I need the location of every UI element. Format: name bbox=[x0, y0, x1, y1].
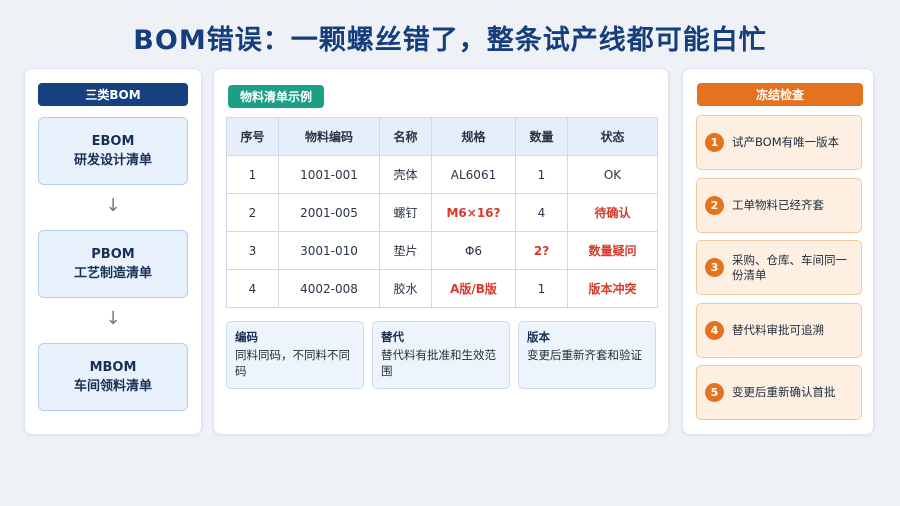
table-cell: 1 bbox=[226, 155, 279, 194]
table-cell: 壳体 bbox=[379, 155, 432, 194]
bom-example-panel: 物料清单示例 序号 物料编码 名称 规格 数量 状态 1 1001-001 壳体… bbox=[213, 68, 669, 435]
check-text: 试产BOM有唯一版本 bbox=[732, 135, 840, 149]
check-text: 采购、仓库、车间同一份清单 bbox=[732, 252, 847, 282]
col-header: 序号 bbox=[226, 117, 279, 156]
ebom-code: EBOM bbox=[91, 134, 135, 149]
col-header: 数量 bbox=[515, 117, 568, 156]
ebom-card: EBOM 研发设计清单 bbox=[38, 117, 188, 185]
note-title: 版本 bbox=[527, 330, 550, 344]
table-row: 2 2001-005 螺钉 M6×16? 4 待确认 bbox=[226, 193, 658, 232]
note-card-version: 版本 变更后重新齐套和验证 bbox=[518, 321, 656, 389]
col-header: 物料编码 bbox=[278, 117, 380, 156]
mbom-name: 车间领料清单 bbox=[73, 379, 152, 394]
check-text: 替代料审批可追溯 bbox=[732, 323, 824, 337]
table-cell: 4 bbox=[515, 193, 568, 232]
table-cell: 1001-001 bbox=[278, 155, 380, 194]
arrow-down-icon: ↓ bbox=[105, 195, 121, 216]
mbom-card: MBOM 车间领料清单 bbox=[38, 343, 188, 411]
table-cell: 1 bbox=[515, 155, 568, 194]
bom-table: 序号 物料编码 名称 规格 数量 状态 1 1001-001 壳体 AL6061… bbox=[226, 117, 658, 308]
table-cell: Φ6 bbox=[431, 231, 516, 270]
table-cell: 2 bbox=[226, 193, 279, 232]
table-cell: 1 bbox=[515, 269, 568, 308]
bom-types-header: 三类BOM bbox=[38, 83, 188, 106]
status-cell-flagged: 数量疑问 bbox=[567, 231, 658, 270]
check-item: 5 变更后重新确认首批 bbox=[696, 365, 862, 420]
check-item: 2 工单物料已经齐套 bbox=[696, 178, 862, 233]
step-number-badge: 2 bbox=[705, 196, 724, 215]
step-number-badge: 1 bbox=[705, 133, 724, 152]
note-body: 同料同码，不同料不同码 bbox=[235, 348, 350, 378]
table-cell: 螺钉 bbox=[379, 193, 432, 232]
table-row: 4 4002-008 胶水 A版/B版 1 版本冲突 bbox=[226, 269, 658, 308]
arrow-down-icon: ↓ bbox=[105, 308, 121, 329]
step-number-badge: 4 bbox=[705, 321, 724, 340]
table-cell: 4002-008 bbox=[278, 269, 380, 308]
table-cell: AL6061 bbox=[431, 155, 516, 194]
bom-types-panel: 三类BOM EBOM 研发设计清单 ↓ PBOM 工艺制造清单 ↓ MBOM 车… bbox=[24, 68, 202, 435]
bom-example-header: 物料清单示例 bbox=[228, 85, 325, 108]
note-card-coding: 编码 同料同码，不同料不同码 bbox=[226, 321, 364, 389]
check-item: 4 替代料审批可追溯 bbox=[696, 303, 862, 358]
pbom-code: PBOM bbox=[91, 247, 135, 262]
table-cell: 3001-010 bbox=[278, 231, 380, 270]
ebom-name: 研发设计清单 bbox=[73, 153, 152, 168]
status-cell-flagged: 版本冲突 bbox=[567, 269, 658, 308]
note-body: 变更后重新齐套和验证 bbox=[527, 348, 642, 362]
table-cell-flagged: M6×16? bbox=[431, 193, 516, 232]
step-number-badge: 3 bbox=[705, 258, 724, 277]
note-title: 编码 bbox=[235, 330, 258, 344]
table-cell-flagged: A版/B版 bbox=[431, 269, 516, 308]
status-cell: OK bbox=[567, 155, 658, 194]
freeze-check-header: 冻结检查 bbox=[697, 83, 863, 106]
pbom-name: 工艺制造清单 bbox=[73, 266, 152, 281]
table-cell: 胶水 bbox=[379, 269, 432, 308]
col-header: 规格 bbox=[431, 117, 516, 156]
check-item: 3 采购、仓库、车间同一份清单 bbox=[696, 240, 862, 295]
table-row: 3 3001-010 垫片 Φ6 2? 数量疑问 bbox=[226, 231, 658, 270]
check-item: 1 试产BOM有唯一版本 bbox=[696, 115, 862, 170]
check-text: 工单物料已经齐套 bbox=[732, 198, 824, 212]
note-title: 替代 bbox=[381, 330, 404, 344]
status-cell-flagged: 待确认 bbox=[567, 193, 658, 232]
mbom-code: MBOM bbox=[89, 360, 137, 375]
table-header-row: 序号 物料编码 名称 规格 数量 状态 bbox=[226, 117, 658, 156]
table-cell: 垫片 bbox=[379, 231, 432, 270]
freeze-check-panel: 冻结检查 1 试产BOM有唯一版本 2 工单物料已经齐套 3 采购、仓库、车间同… bbox=[682, 68, 874, 435]
table-cell-flagged: 2? bbox=[515, 231, 568, 270]
note-body: 替代料有批准和生效范围 bbox=[381, 348, 496, 378]
step-number-badge: 5 bbox=[705, 383, 724, 402]
table-cell: 3 bbox=[226, 231, 279, 270]
col-header: 状态 bbox=[567, 117, 658, 156]
pbom-card: PBOM 工艺制造清单 bbox=[38, 230, 188, 298]
table-cell: 4 bbox=[226, 269, 279, 308]
check-text: 变更后重新确认首批 bbox=[732, 385, 836, 399]
table-cell: 2001-005 bbox=[278, 193, 380, 232]
col-header: 名称 bbox=[379, 117, 432, 156]
note-card-substitute: 替代 替代料有批准和生效范围 bbox=[372, 321, 510, 389]
table-row: 1 1001-001 壳体 AL6061 1 OK bbox=[226, 155, 658, 194]
page-title: BOM错误：一颗螺丝错了，整条试产线都可能白忙 bbox=[133, 25, 767, 56]
